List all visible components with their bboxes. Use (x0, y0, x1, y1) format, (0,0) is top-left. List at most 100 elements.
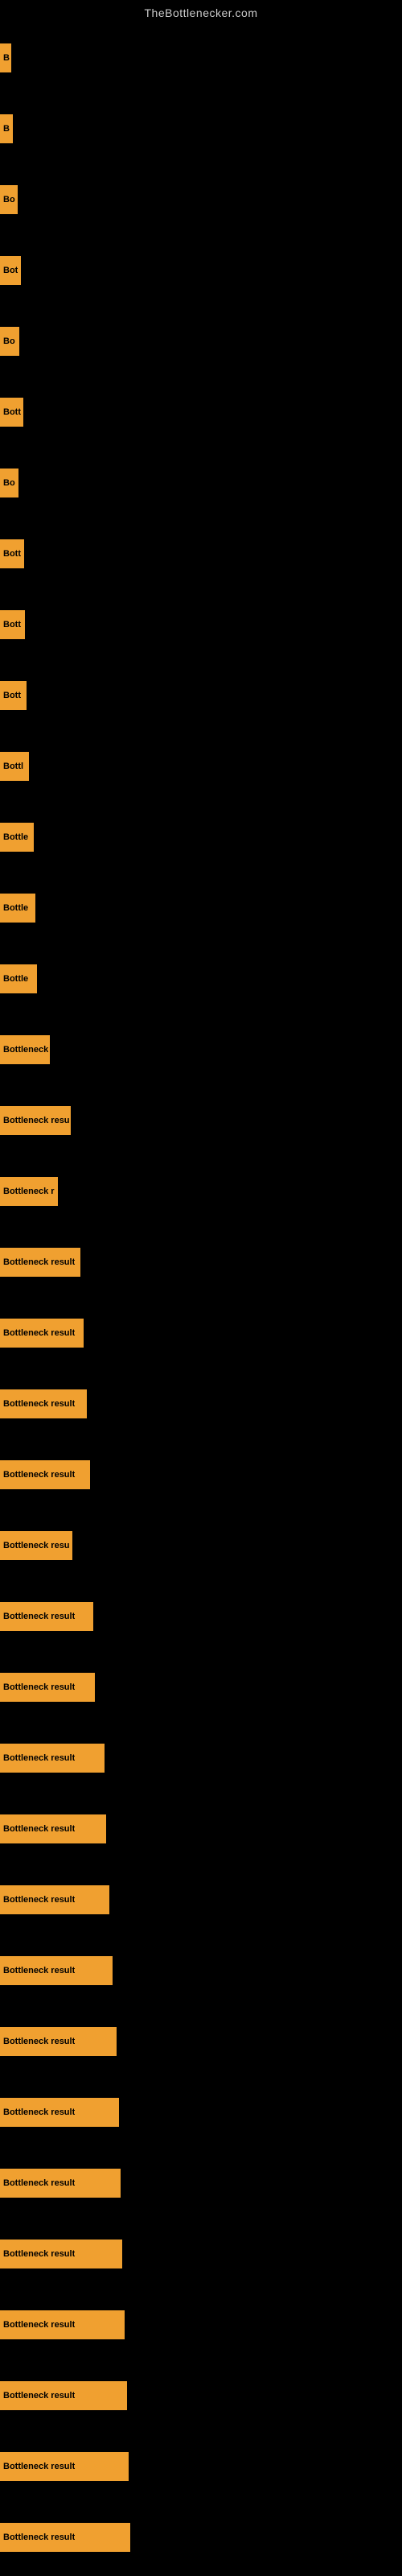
bar-33: Bottleneck result (0, 2381, 127, 2410)
bar-22: Bottleneck result (0, 1602, 93, 1631)
bar-row-17: Bottleneck result (0, 1227, 402, 1298)
bar-label-34: Bottleneck result (3, 2462, 75, 2471)
bar-label-11: Bottle (3, 832, 28, 842)
bar-11: Bottle (0, 823, 34, 852)
bar-row-0: B (0, 23, 402, 93)
bar-label-27: Bottleneck result (3, 1966, 75, 1975)
bar-label-15: Bottleneck resu (3, 1116, 70, 1125)
bar-row-20: Bottleneck result (0, 1439, 402, 1510)
bar-label-31: Bottleneck result (3, 2249, 75, 2259)
bar-label-12: Bottle (3, 903, 28, 913)
bar-label-16: Bottleneck r (3, 1187, 55, 1196)
bar-20: Bottleneck result (0, 1460, 90, 1489)
bar-row-13: Bottle (0, 943, 402, 1014)
bar-label-14: Bottleneck (3, 1045, 48, 1055)
bar-row-26: Bottleneck result (0, 1864, 402, 1935)
bar-row-27: Bottleneck result (0, 1935, 402, 2006)
bar-row-18: Bottleneck result (0, 1298, 402, 1368)
bar-label-35: Bottleneck result (3, 2533, 75, 2542)
bar-row-12: Bottle (0, 873, 402, 943)
bar-2: Bo (0, 185, 18, 214)
bar-label-23: Bottleneck result (3, 1682, 75, 1692)
bar-10: Bottl (0, 752, 29, 781)
bar-23: Bottleneck result (0, 1673, 95, 1702)
bar-row-8: Bott (0, 589, 402, 660)
bar-row-15: Bottleneck resu (0, 1085, 402, 1156)
bar-35: Bottleneck result (0, 2523, 130, 2552)
bar-label-13: Bottle (3, 974, 28, 984)
bar-row-24: Bottleneck result (0, 1723, 402, 1794)
bar-4: Bo (0, 327, 19, 356)
bar-row-33: Bottleneck result (0, 2360, 402, 2431)
bar-row-21: Bottleneck resu (0, 1510, 402, 1581)
bar-26: Bottleneck result (0, 1885, 109, 1914)
bar-16: Bottleneck r (0, 1177, 58, 1206)
bar-label-22: Bottleneck result (3, 1612, 75, 1621)
bar-label-30: Bottleneck result (3, 2178, 75, 2188)
bar-21: Bottleneck resu (0, 1531, 72, 1560)
bar-row-23: Bottleneck result (0, 1652, 402, 1723)
bar-row-34: Bottleneck result (0, 2431, 402, 2502)
bar-label-20: Bottleneck result (3, 1470, 75, 1480)
bar-row-19: Bottleneck result (0, 1368, 402, 1439)
bar-34: Bottleneck result (0, 2452, 129, 2481)
bar-row-5: Bott (0, 377, 402, 448)
bar-label-6: Bo (3, 478, 15, 488)
bar-17: Bottleneck result (0, 1248, 80, 1277)
bar-row-2: Bo (0, 164, 402, 235)
bar-row-29: Bottleneck result (0, 2077, 402, 2148)
bar-row-25: Bottleneck result (0, 1794, 402, 1864)
bar-30: Bottleneck result (0, 2169, 121, 2198)
bars-container: B B Bo Bot Bo Bott Bo Bott Bott Bott Bottl Bottle Bo… (0, 23, 402, 2573)
bar-29: Bottleneck result (0, 2098, 119, 2127)
bar-label-25: Bottleneck result (3, 1824, 75, 1834)
bar-18: Bottleneck result (0, 1319, 84, 1348)
bar-row-28: Bottleneck result (0, 2006, 402, 2077)
bar-label-19: Bottleneck result (3, 1399, 75, 1409)
bar-label-2: Bo (3, 195, 15, 204)
bar-27: Bottleneck result (0, 1956, 113, 1985)
bar-14: Bottleneck (0, 1035, 50, 1064)
bar-label-21: Bottleneck resu (3, 1541, 70, 1550)
bar-row-14: Bottleneck (0, 1014, 402, 1085)
bar-19: Bottleneck result (0, 1389, 87, 1418)
bar-1: B (0, 114, 13, 143)
bar-row-31: Bottleneck result (0, 2219, 402, 2289)
bar-row-11: Bottle (0, 802, 402, 873)
site-title: TheBottlenecker.com (0, 0, 402, 23)
bar-row-4: Bo (0, 306, 402, 377)
bar-8: Bott (0, 610, 25, 639)
bar-6: Bo (0, 469, 18, 497)
bar-label-3: Bot (3, 266, 18, 275)
bar-32: Bottleneck result (0, 2310, 125, 2339)
bar-row-22: Bottleneck result (0, 1581, 402, 1652)
bar-label-24: Bottleneck result (3, 1753, 75, 1763)
bar-row-6: Bo (0, 448, 402, 518)
bar-label-26: Bottleneck result (3, 1895, 75, 1905)
bar-label-9: Bott (3, 691, 21, 700)
bar-label-18: Bottleneck result (3, 1328, 75, 1338)
bar-row-30: Bottleneck result (0, 2148, 402, 2219)
bar-15: Bottleneck resu (0, 1106, 71, 1135)
bar-28: Bottleneck result (0, 2027, 117, 2056)
bar-row-35: Bottleneck result (0, 2502, 402, 2573)
bar-row-1: B (0, 93, 402, 164)
bar-label-4: Bo (3, 336, 15, 346)
bar-13: Bottle (0, 964, 37, 993)
bar-7: Bott (0, 539, 24, 568)
bar-9: Bott (0, 681, 27, 710)
bar-label-7: Bott (3, 549, 21, 559)
bar-row-3: Bot (0, 235, 402, 306)
bar-label-33: Bottleneck result (3, 2391, 75, 2401)
bar-label-17: Bottleneck result (3, 1257, 75, 1267)
bar-5: Bott (0, 398, 23, 427)
bar-row-16: Bottleneck r (0, 1156, 402, 1227)
bar-label-29: Bottleneck result (3, 2107, 75, 2117)
bar-label-10: Bottl (3, 762, 23, 771)
bar-label-32: Bottleneck result (3, 2320, 75, 2330)
bar-31: Bottleneck result (0, 2240, 122, 2268)
bar-25: Bottleneck result (0, 1814, 106, 1843)
bar-row-32: Bottleneck result (0, 2289, 402, 2360)
bar-row-7: Bott (0, 518, 402, 589)
bar-label-0: B (3, 53, 10, 63)
